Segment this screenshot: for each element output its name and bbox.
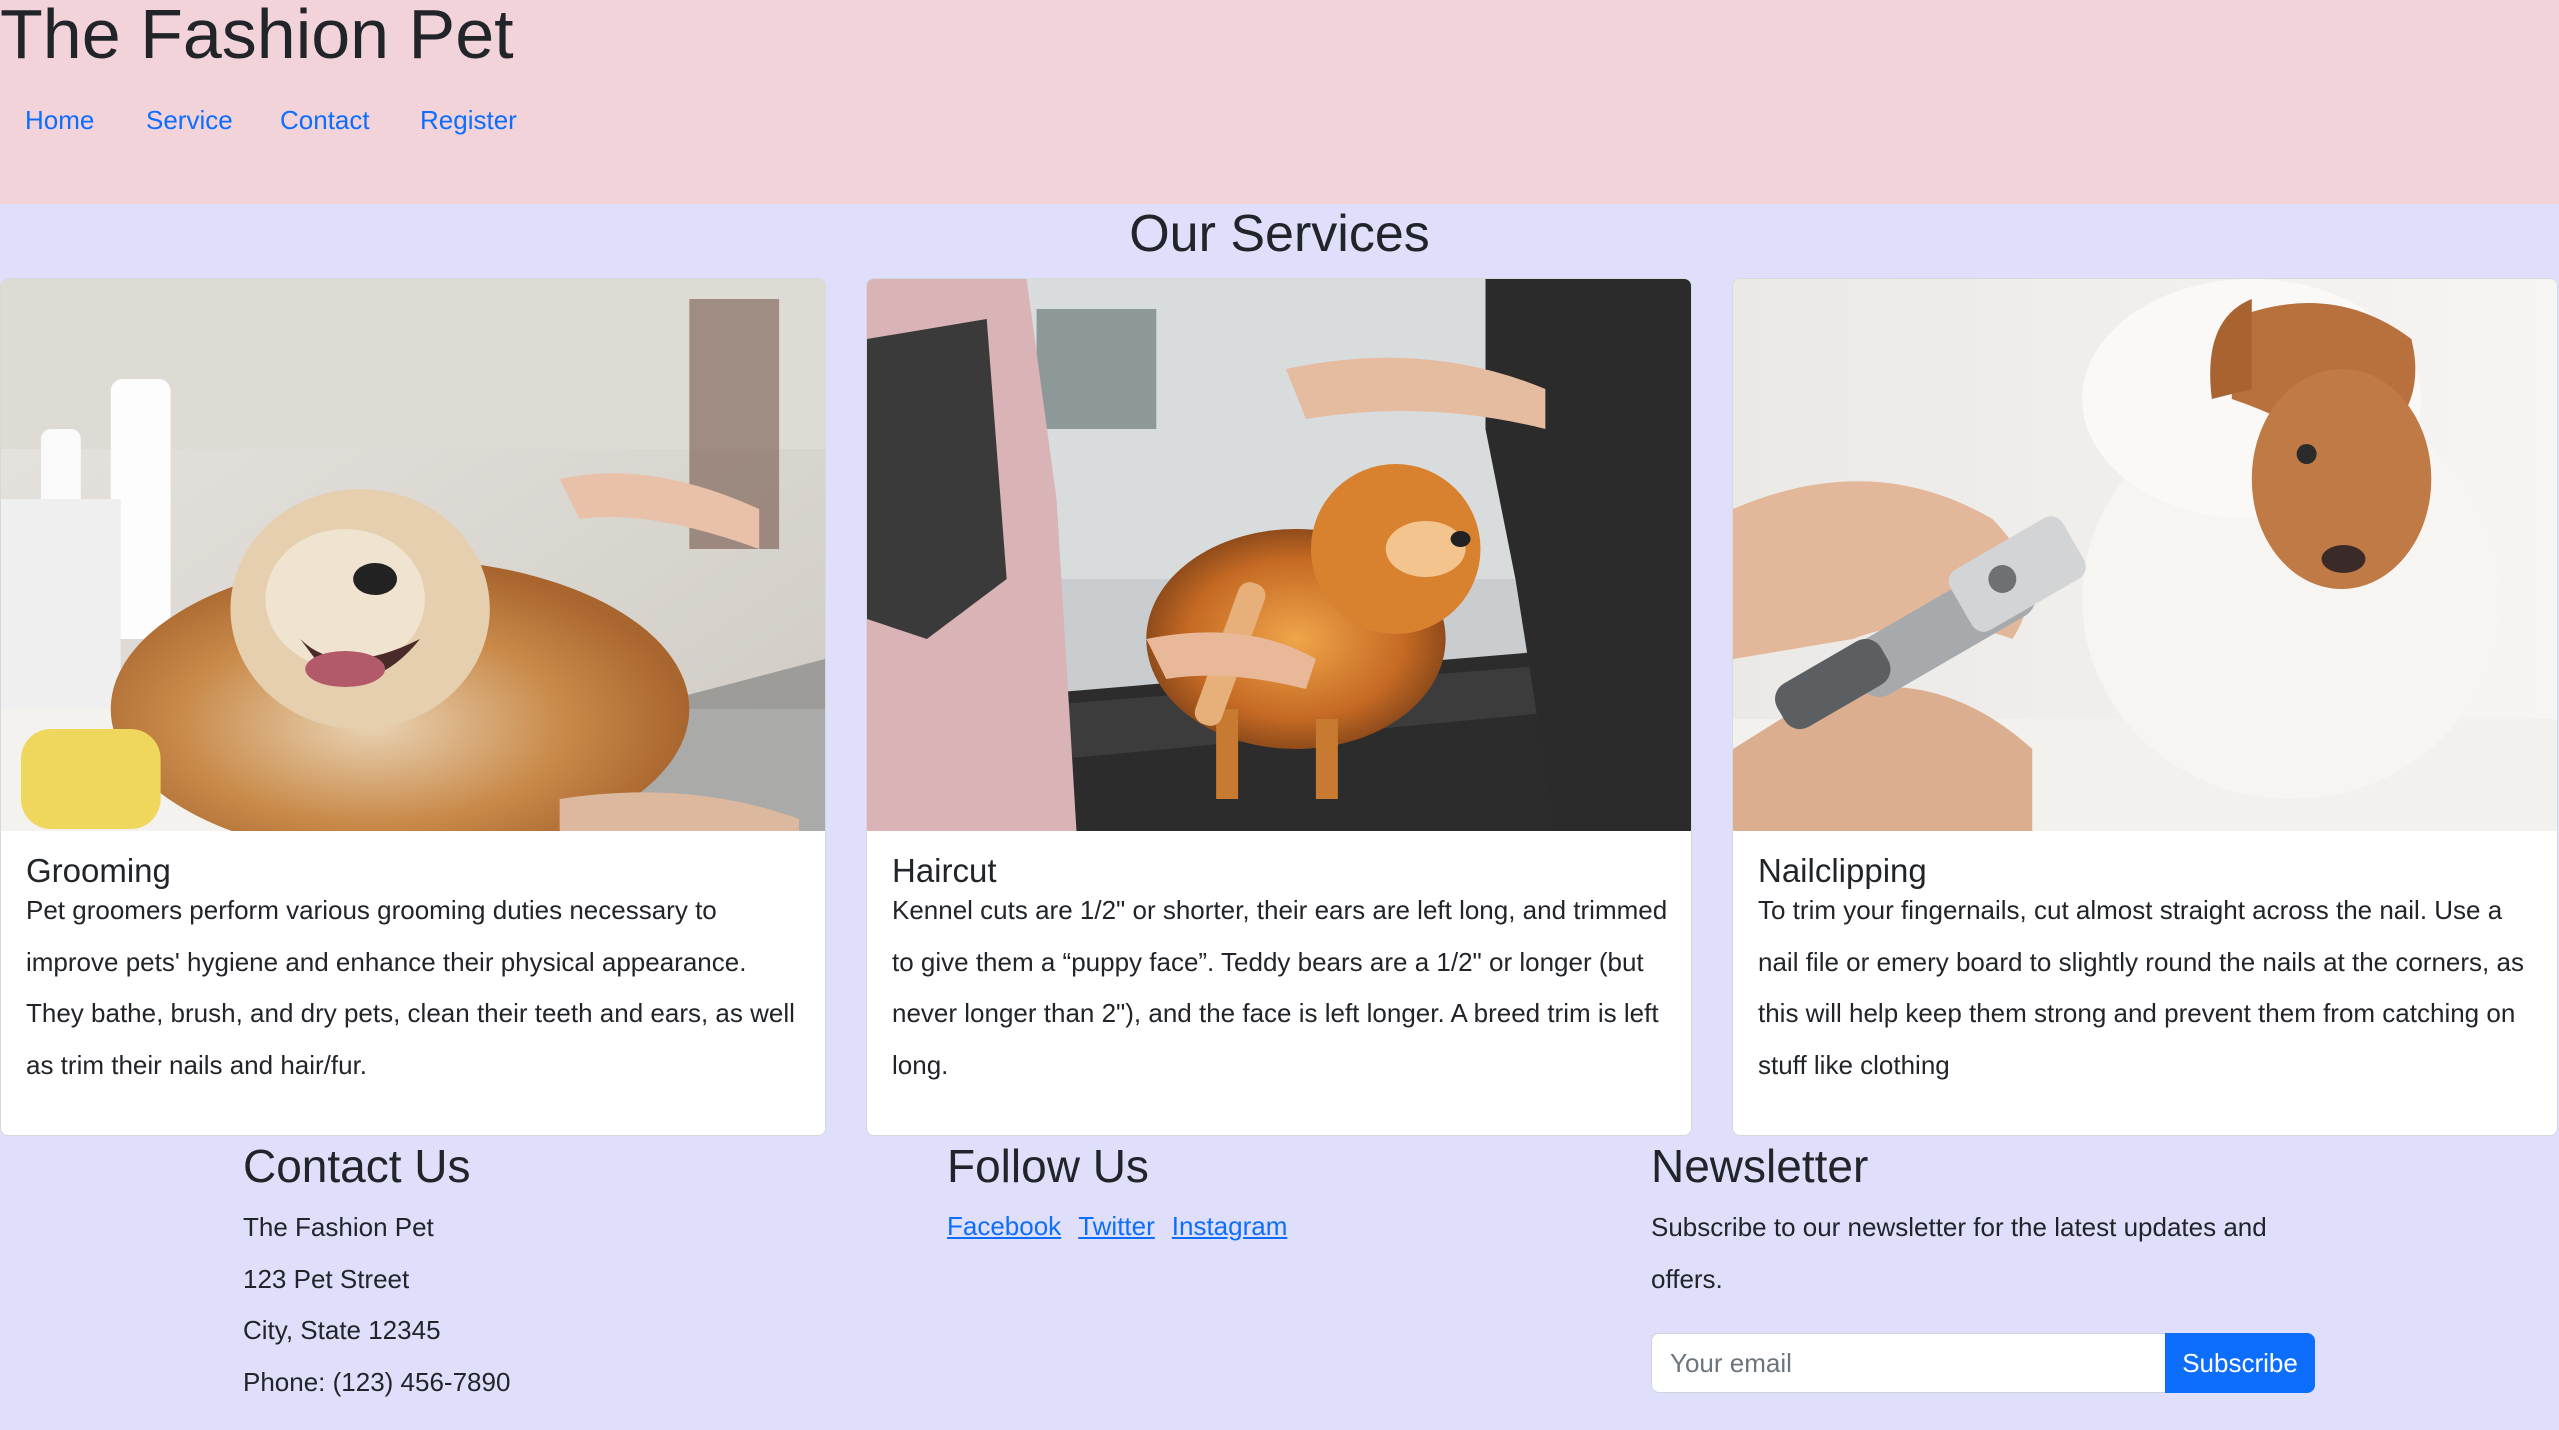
dog-being-bathed-photo xyxy=(1,279,825,831)
card-text: To trim your fingernails, cut almost str… xyxy=(1758,895,2524,1080)
newsletter-section: Newsletter Subscribe to our newsletter f… xyxy=(1651,1130,2331,1430)
twitter-link[interactable]: Twitter xyxy=(1078,1211,1155,1241)
pomeranian-haircut-photo xyxy=(867,279,1691,831)
service-card-nailclipping: Nailclipping To trim your fingernails, c… xyxy=(1732,278,2558,1136)
contact-heading: Contact Us xyxy=(243,1140,471,1192)
contact-line: City, State 12345 xyxy=(243,1315,441,1345)
facebook-link[interactable]: Facebook xyxy=(947,1211,1061,1241)
card-text: Pet groomers perform various grooming du… xyxy=(26,895,795,1080)
follow-heading: Follow Us xyxy=(947,1140,1149,1192)
service-card-grooming: Grooming Pet groomers perform various gr… xyxy=(0,278,826,1136)
site-title: The Fashion Pet xyxy=(0,0,514,73)
nav-register-link[interactable]: Register xyxy=(420,100,517,140)
subscribe-button[interactable]: Subscribe xyxy=(2165,1333,2315,1393)
contact-section: Contact Us The Fashion Pet 123 Pet Stree… xyxy=(243,1130,510,1408)
card-text: Kennel cuts are 1/2" or shorter, their e… xyxy=(892,895,1668,1080)
newsletter-form: Subscribe xyxy=(1651,1333,2315,1393)
newsletter-heading: Newsletter xyxy=(1651,1140,1869,1192)
social-links: Facebook Twitter Instagram xyxy=(947,1202,1304,1250)
puppy-nail-clipping-photo xyxy=(1733,279,2557,831)
services-heading: Our Services xyxy=(1129,205,1430,263)
contact-line: The Fashion Pet xyxy=(243,1212,434,1242)
contact-line: 123 Pet Street xyxy=(243,1263,410,1294)
newsletter-description: Subscribe to our newsletter for the late… xyxy=(1651,1212,2267,1294)
contact-line: Phone: (123) 456-7890 xyxy=(243,1366,511,1397)
site-header: The Fashion Pet Home Service Contact Reg… xyxy=(0,0,2559,204)
service-card-haircut: Haircut Kennel cuts are 1/2" or shorter,… xyxy=(866,278,1692,1136)
follow-section: Follow Us Facebook Twitter Instagram xyxy=(947,1130,1304,1250)
instagram-link[interactable]: Instagram xyxy=(1172,1211,1288,1241)
newsletter-email-input[interactable] xyxy=(1651,1333,2165,1393)
nav-service-link[interactable]: Service xyxy=(146,100,233,140)
nav-home-link[interactable]: Home xyxy=(25,100,94,140)
nav-contact-link[interactable]: Contact xyxy=(280,100,370,140)
